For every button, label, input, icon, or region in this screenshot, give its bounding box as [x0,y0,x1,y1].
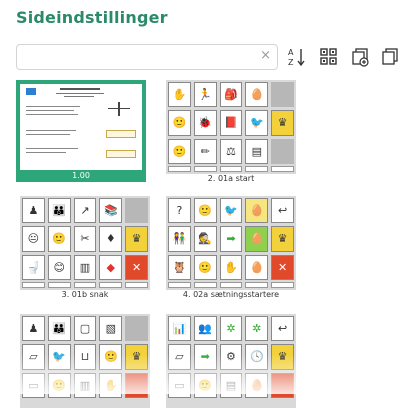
grid-view-icon[interactable] [318,46,340,68]
page-label: 1.00 [72,171,90,180]
page-preview: ? 🙂 🐦 🥚 ↩ 👫 🕵 ➡ 🥚 ♛ 🦉 🙂 ✋ 🥚 ✕ [166,196,296,290]
page-thumbnail-2[interactable]: ✋ 🏃 🎒 🥚 🙂 🐞 📕 🐦 ♛ 🙂 ✏ ⚖ ▤ [166,80,296,174]
page-label: 2. 01a start [207,174,255,183]
svg-text:A: A [288,48,294,57]
svg-text:Z: Z [288,58,294,67]
page-thumbnail-1[interactable]: 1.00 [16,80,146,182]
page-preview [20,84,142,170]
page-label: 4. 02a sætningsstartere [182,290,280,299]
search-field[interactable]: × [16,44,278,70]
page-preview: ✋ 🏃 🎒 🥚 🙂 🐞 📕 🐦 ♛ 🙂 ✏ ⚖ ▤ [166,80,296,174]
page-thumbnail-4[interactable]: ? 🙂 🐦 🥚 ↩ 👫 🕵 ➡ 🥚 ♛ 🦉 🙂 ✋ 🥚 ✕ [166,196,296,290]
add-page-icon[interactable] [350,46,372,68]
page-title: Sideindstillinger [16,8,168,27]
page-thumbnail-3[interactable]: ♟ 👪 ↗ 📚 😐 🙂 ✂ ♦ ♛ 🚽 😊 ▥ ◆ ✕ [20,196,150,290]
page-label: 3. 01b snak [61,290,109,299]
clear-icon[interactable]: × [260,48,271,63]
search-input[interactable] [23,46,257,70]
copy-page-icon[interactable] [380,46,398,68]
page-preview: ♟ 👪 ↗ 📚 😐 🙂 ✂ ♦ ♛ 🚽 😊 ▥ ◆ ✕ [20,196,150,290]
sort-az-icon[interactable]: AZ [286,46,308,68]
